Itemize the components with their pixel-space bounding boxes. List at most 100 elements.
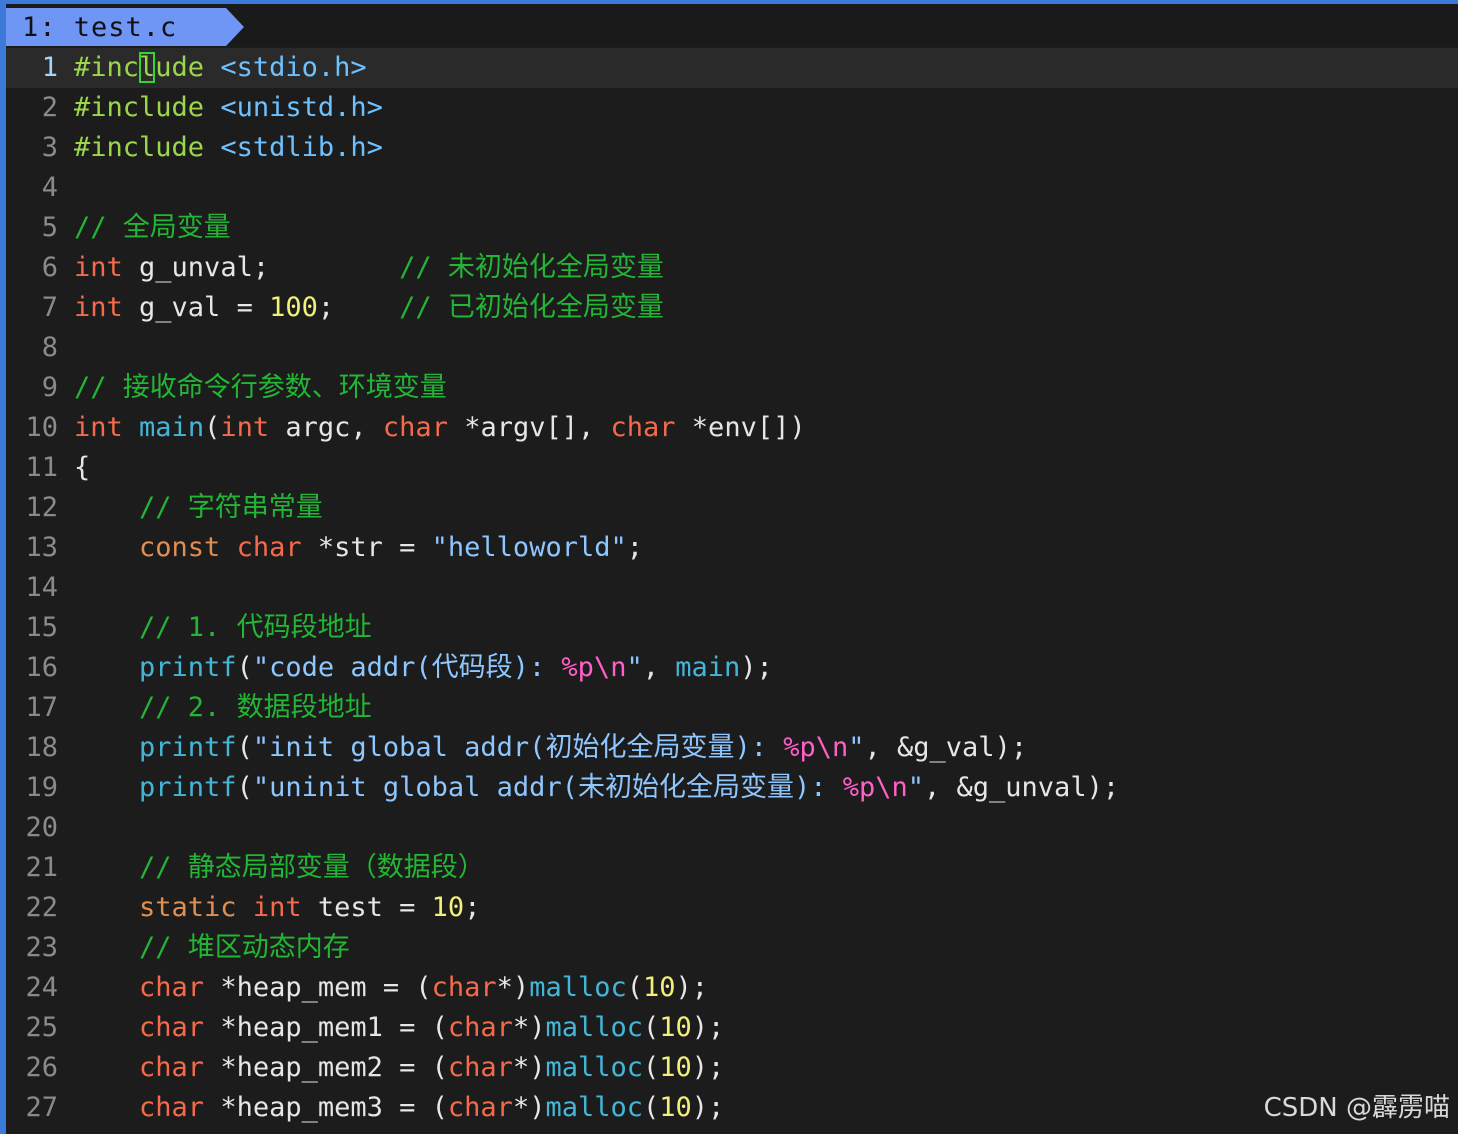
line-number: 3 [41,132,58,163]
code-token: malloc [529,972,627,1003]
code-token: static [139,892,237,923]
code-line[interactable]: 22 static int test = 10; [6,888,1458,928]
code-text[interactable]: // 字符串常量 [74,488,323,528]
code-token: %p\n [842,772,908,803]
code-text[interactable]: { [74,448,90,488]
code-text[interactable]: printf("uninit global addr(未初始化全局变量): %p… [74,768,1119,808]
code-text[interactable]: char *heap_mem1 = (char*)malloc(10); [74,1008,724,1048]
code-line[interactable]: 1 #include <stdio.h> [6,48,1458,88]
code-text[interactable]: static int test = 10; [74,888,480,928]
code-token: "init global addr(初始化全局变量): [252,732,784,763]
code-token: // 未初始化全局变量 [399,252,664,283]
code-line[interactable]: 18 printf("init global addr(初始化全局变量): %p… [6,728,1458,768]
code-text[interactable]: int g_unval; // 未初始化全局变量 [74,248,664,288]
code-line[interactable]: 23 // 堆区动态内存 [6,928,1458,968]
code-text[interactable]: char *heap_mem2 = (char*)malloc(10); [74,1048,724,1088]
code-token: int [74,412,123,443]
line-number: 21 [25,852,58,883]
code-text[interactable]: // 接收命令行参数、环境变量 [74,368,447,408]
code-token: 10 [643,972,676,1003]
code-token: *argv[], [447,412,611,443]
code-line[interactable]: 6 int g_unval; // 未初始化全局变量 [6,248,1458,288]
code-token: #include [74,132,205,163]
code-text[interactable]: // 1. 代码段地址 [74,608,372,648]
code-text[interactable]: #include <stdlib.h> [74,128,383,168]
code-text[interactable]: int main(int argc, char *argv[], char *e… [74,408,806,448]
code-line[interactable]: 12 // 字符串常量 [6,488,1458,528]
code-text[interactable]: // 静态局部变量（数据段） [74,848,485,888]
code-line[interactable]: 21 // 静态局部变量（数据段） [6,848,1458,888]
code-line[interactable]: 9 // 接收命令行参数、环境变量 [6,368,1458,408]
code-text[interactable]: // 全局变量 [74,208,231,248]
code-token: "code addr(代码段): [252,652,562,683]
code-text[interactable]: const char *str = "helloworld"; [74,528,643,568]
code-editor[interactable]: 1 #include <stdio.h> 2 #include <unistd.h> 3… [6,48,1458,1134]
code-token: " [848,732,865,763]
code-token: ude [155,52,205,83]
code-text[interactable]: // 2. 数据段地址 [74,688,372,728]
code-token: // 字符串常量 [139,492,323,523]
code-line[interactable]: 27 char *heap_mem3 = (char*)malloc(10); [6,1088,1458,1128]
code-token: malloc [545,1052,643,1083]
code-text[interactable]: char *heap_mem = (char*)malloc(10); [74,968,708,1008]
code-token: char [139,1092,205,1123]
code-text[interactable]: #include <stdio.h> [74,48,367,88]
line-number: 19 [25,772,58,803]
code-line[interactable]: 24 char *heap_mem = (char*)malloc(10); [6,968,1458,1008]
line-number: 8 [41,332,58,363]
line-number: 12 [25,492,58,523]
code-line[interactable]: 19 printf("uninit global addr(未初始化全局变量):… [6,768,1458,808]
code-line[interactable]: 25 char *heap_mem1 = (char*)malloc(10); [6,1008,1458,1048]
code-line[interactable]: 20 [6,808,1458,848]
code-line[interactable]: 16 printf("code addr(代码段): %p\n", main); [6,648,1458,688]
code-token: // 接收命令行参数、环境变量 [74,372,447,403]
code-token: *) [496,972,530,1003]
code-line[interactable]: 17 // 2. 数据段地址 [6,688,1458,728]
code-line[interactable]: 15 // 1. 代码段地址 [6,608,1458,648]
code-token: <unistd.h> [220,92,383,123]
code-line[interactable]: 11 { [6,448,1458,488]
code-text[interactable]: #include <unistd.h> [74,88,383,128]
line-number: 14 [25,572,58,603]
code-token: , &g_val); [864,732,1028,763]
code-line[interactable]: 2 #include <unistd.h> [6,88,1458,128]
code-token: #include [74,92,205,123]
code-text[interactable]: // 堆区动态内存 [74,928,350,968]
code-token: main [675,652,741,683]
code-token: // 堆区动态内存 [139,932,350,963]
code-text[interactable]: printf("code addr(代码段): %p\n", main); [74,648,773,688]
code-token: // 2. 数据段地址 [139,692,372,723]
code-text[interactable]: char *heap_mem3 = (char*)malloc(10); [74,1088,724,1128]
code-token: malloc [545,1012,643,1043]
code-line[interactable]: 5 // 全局变量 [6,208,1458,248]
line-number: 27 [25,1092,58,1123]
code-line[interactable]: 13 const char *str = "helloworld"; [6,528,1458,568]
code-line[interactable]: 14 [6,568,1458,608]
code-line[interactable]: 26 char *heap_mem2 = (char*)malloc(10); [6,1048,1458,1088]
code-token: // 静态局部变量（数据段） [139,852,485,883]
code-text[interactable]: int g_val = 100; // 已初始化全局变量 [74,288,664,328]
code-line[interactable]: 4 [6,168,1458,208]
code-token: "uninit global addr(未初始化全局变量): [252,772,843,803]
code-line[interactable]: 8 [6,328,1458,368]
code-line[interactable]: 10 int main(int argc, char *argv[], char … [6,408,1458,448]
line-number: 10 [25,412,58,443]
line-number: 11 [25,452,58,483]
code-token: malloc [545,1092,643,1123]
code-text[interactable]: printf("init global addr(初始化全局变量): %p\n"… [74,728,1027,768]
line-number: 22 [25,892,58,923]
code-token: <stdlib.h> [220,132,383,163]
code-token: <stdio.h> [220,52,367,83]
code-line[interactable]: 7 int g_val = 100; // 已初始化全局变量 [6,288,1458,328]
tab-test-c[interactable]: 1: test.c [6,8,244,46]
line-number: 23 [25,932,58,963]
code-line[interactable]: 3 #include <stdlib.h> [6,128,1458,168]
code-token: *heap_mem3 = ( [204,1092,448,1123]
line-number: 18 [25,732,58,763]
